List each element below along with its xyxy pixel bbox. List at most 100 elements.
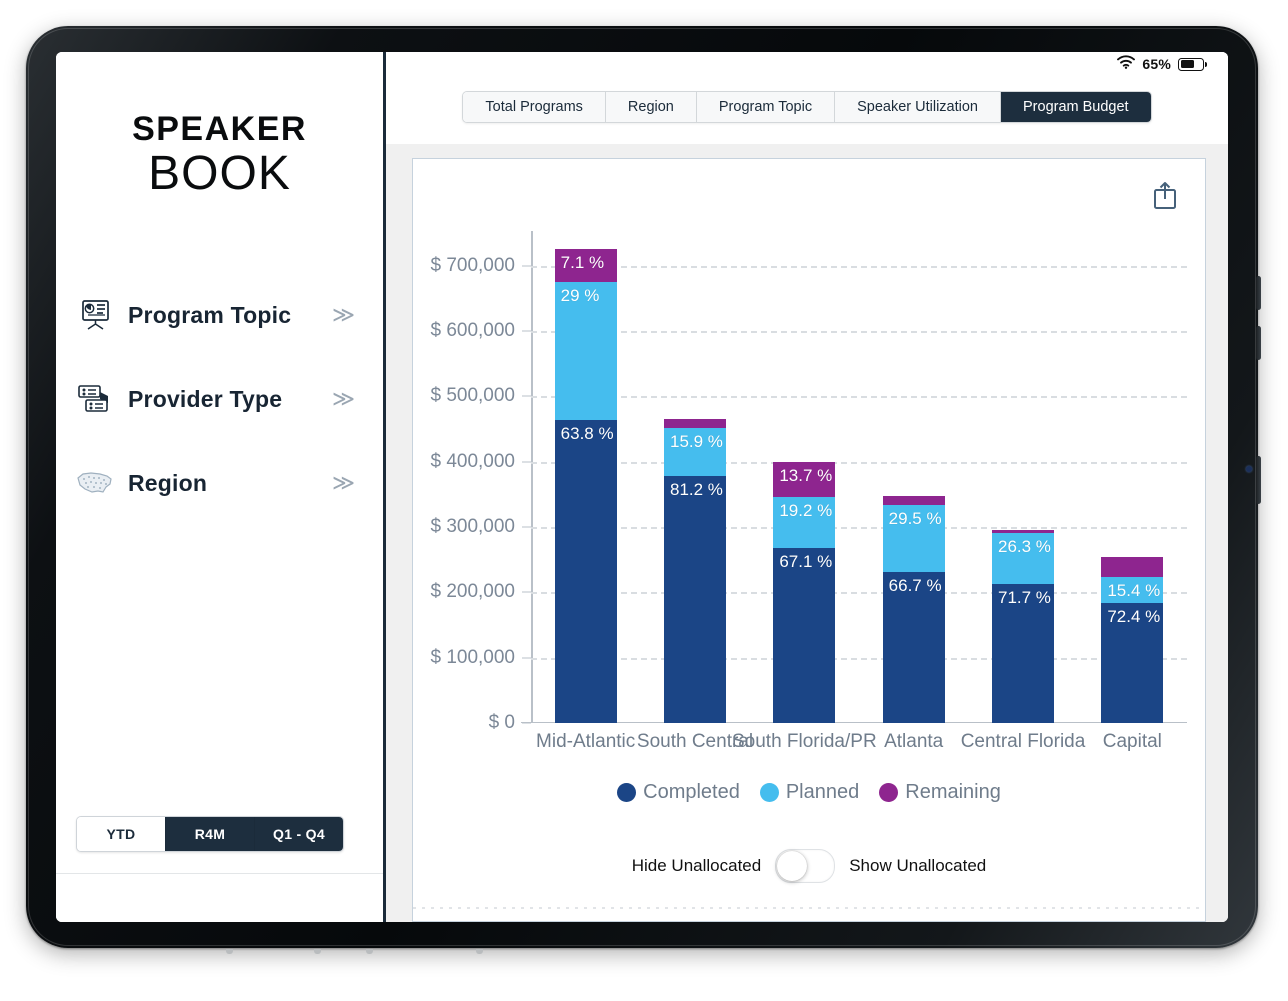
tab-program-budget[interactable]: Program Budget: [1001, 92, 1151, 122]
y-axis-tick-label: $ 200,000: [430, 581, 515, 603]
bar-segment-remaining[interactable]: 7.1 %: [554, 248, 617, 283]
bar-segment-planned[interactable]: 29 %: [554, 282, 617, 420]
toggle-left-label: Hide Unallocated: [631, 856, 762, 875]
chart-bar[interactable]: 15.9 % 81.2 % South Central: [637, 419, 753, 752]
gridline: [531, 396, 1187, 399]
bar-segment-remaining[interactable]: 12.2 %: [1101, 557, 1164, 594]
clipped-content-edge: [413, 907, 1205, 909]
legend-item[interactable]: Planned: [759, 781, 860, 804]
gridline: [531, 461, 1187, 464]
date-range-segmented-control[interactable]: YTD R4M Q1 - Q4: [76, 816, 344, 852]
chevron-right-icon: ≫: [331, 470, 355, 495]
legend-item[interactable]: Remaining: [879, 781, 1001, 804]
toggle-knob: [777, 851, 808, 881]
bar-segment-planned[interactable]: 15.9 %: [664, 428, 726, 477]
bar-segment-label: 15.9 %: [670, 432, 723, 452]
bar-segment-completed[interactable]: 67.1 %: [773, 547, 836, 723]
y-axis-tick-label: $ 100,000: [430, 646, 515, 668]
sidebar-item-label: Provider Type: [128, 385, 283, 412]
volume-down-button[interactable]: [1256, 456, 1261, 504]
x-axis-tick-label: Mid-Atlantic: [536, 731, 636, 752]
toggle-right-label: Show Unallocated: [849, 856, 987, 875]
sidebar-nav: Program Topic ≫ Provider Type ≫ Region ≫: [56, 282, 383, 516]
legend-item[interactable]: Completed: [617, 781, 740, 804]
legend-color-swatch: [617, 783, 637, 802]
bar-segment-completed[interactable]: 66.7 %: [882, 571, 945, 723]
tab-bar: Total Programs Region Program Topic Spea…: [386, 76, 1228, 144]
legend-label: Planned: [785, 781, 860, 803]
plot-area: $ 0 $ 100,000 $ 200,000 $ 300,000 $ 400,000 $…: [430, 231, 1187, 752]
chevron-right-icon: ≫: [331, 386, 355, 411]
camera-icon: [1246, 466, 1252, 472]
bar-segment-label: 26.3 %: [998, 537, 1051, 557]
segment-ytd[interactable]: YTD: [77, 817, 166, 851]
tab-region[interactable]: Region: [605, 92, 697, 122]
tab-program-topic[interactable]: Program Topic: [696, 92, 836, 122]
app-logo: SPEAKER BOOK: [56, 112, 383, 198]
tab-group: Total Programs Region Program Topic Spea…: [462, 91, 1152, 123]
chevron-right-icon: ≫: [331, 302, 355, 327]
gridline: [531, 331, 1187, 333]
chart-bar[interactable]: 3.9 %29.5 % 66.7 % Atlanta: [882, 495, 945, 752]
bar-segment-label: 29 %: [560, 286, 600, 306]
bar-segment-label: 15.4 %: [1107, 581, 1161, 601]
tab-speaker-utilization[interactable]: Speaker Utilization: [835, 92, 1001, 122]
tablet-screen: SPEAKER BOOK Program Topic ≫ Provider Ty…: [56, 52, 1228, 922]
segment-r4m[interactable]: R4M: [166, 817, 255, 851]
logo-line-1: SPEAKER: [132, 110, 307, 148]
y-axis-tick-label: $ 400,000: [430, 450, 515, 472]
unallocated-toggle-switch[interactable]: [775, 849, 836, 883]
bar-segment-planned[interactable]: 26.3 %: [992, 533, 1054, 585]
sidebar-item-provider-type[interactable]: Provider Type ≫: [56, 366, 383, 432]
bar-segment-label: 29.5 %: [888, 508, 942, 528]
bar-segment-completed[interactable]: 71.7 %: [992, 584, 1054, 723]
segment-q1-q4[interactable]: Q1 - Q4: [255, 817, 343, 851]
bar-segment-completed[interactable]: 72.4 %: [1101, 602, 1164, 723]
chart-legend: Completed Planned Remaining: [413, 781, 1205, 804]
sidebar: SPEAKER BOOK Program Topic ≫ Provider Ty…: [56, 52, 386, 922]
bar-segment-label: 63.8 %: [560, 423, 614, 443]
bar-segment-label: 19.2 %: [779, 501, 833, 521]
chart-bar[interactable]: 26.3 % 71.7 % Central Florida: [961, 529, 1085, 752]
sidebar-item-program-topic[interactable]: Program Topic ≫: [56, 282, 383, 348]
volume-up-button[interactable]: [1256, 326, 1261, 360]
bar-segment-completed[interactable]: 63.8 %: [554, 419, 617, 723]
x-axis-line: [521, 721, 1187, 723]
chart-bar[interactable]: 12.2 %15.4 % 72.4 % Capital: [1101, 557, 1164, 752]
y-axis-tick-label: $ 0: [488, 712, 515, 733]
y-axis-tick-label: $ 300,000: [430, 516, 515, 537]
bar-segment-completed[interactable]: 81.2 %: [664, 476, 726, 723]
chart-bar[interactable]: 13.7 % 19.2 % 67.1 % South Florida/PR: [732, 461, 877, 752]
bar-segment-remaining[interactable]: 13.7 %: [773, 461, 836, 498]
main-panel: 65% Total Programs Region Program Topic …: [386, 52, 1228, 922]
status-bar: 65%: [386, 52, 1228, 76]
y-axis-tick-label: $ 700,000: [430, 254, 515, 276]
unallocated-toggle-row: Hide Unallocated Show Unallocated: [413, 849, 1205, 883]
sidebar-item-region[interactable]: Region ≫: [56, 450, 383, 516]
bar-segment-label: 67.1 %: [779, 551, 833, 571]
bar-segment-label: 81.2 %: [670, 480, 723, 500]
tab-total-programs[interactable]: Total Programs: [463, 92, 606, 122]
bar-segment-label: 66.7 %: [888, 575, 942, 595]
x-axis-tick-label: Central Florida: [960, 731, 1086, 752]
gridline: [531, 592, 1187, 595]
y-axis-line: [531, 231, 533, 723]
content-area: $ 0 $ 100,000 $ 200,000 $ 300,000 $ 400,000 $…: [386, 144, 1228, 922]
y-axis-tick-label: $ 500,000: [430, 385, 515, 407]
chart-bar[interactable]: 7.1 % 29 % 63.8 % Mid-Atlantic: [536, 248, 635, 752]
bar-segment-label: 71.7 %: [998, 588, 1051, 608]
share-export-icon[interactable]: [1151, 179, 1179, 211]
bar-segment-planned[interactable]: 29.5 %: [882, 504, 945, 572]
stacked-cards-icon: [72, 379, 118, 419]
bar-segment-planned[interactable]: 15.4 %: [1101, 577, 1164, 603]
bar-segment-planned[interactable]: 19.2 %: [773, 497, 836, 548]
legend-color-swatch: [759, 783, 779, 802]
bar-segment-remaining[interactable]: [664, 419, 726, 429]
battery-percent-label: 65%: [1142, 56, 1171, 72]
power-button[interactable]: [1256, 276, 1261, 310]
bar-segment-remaining[interactable]: 3.9 %: [882, 495, 945, 522]
bar-segment-label: 72.4 %: [1107, 606, 1161, 626]
sidebar-item-label: Region: [128, 469, 208, 496]
sidebar-item-label: Program Topic: [128, 301, 292, 328]
legend-label: Completed: [643, 781, 740, 803]
